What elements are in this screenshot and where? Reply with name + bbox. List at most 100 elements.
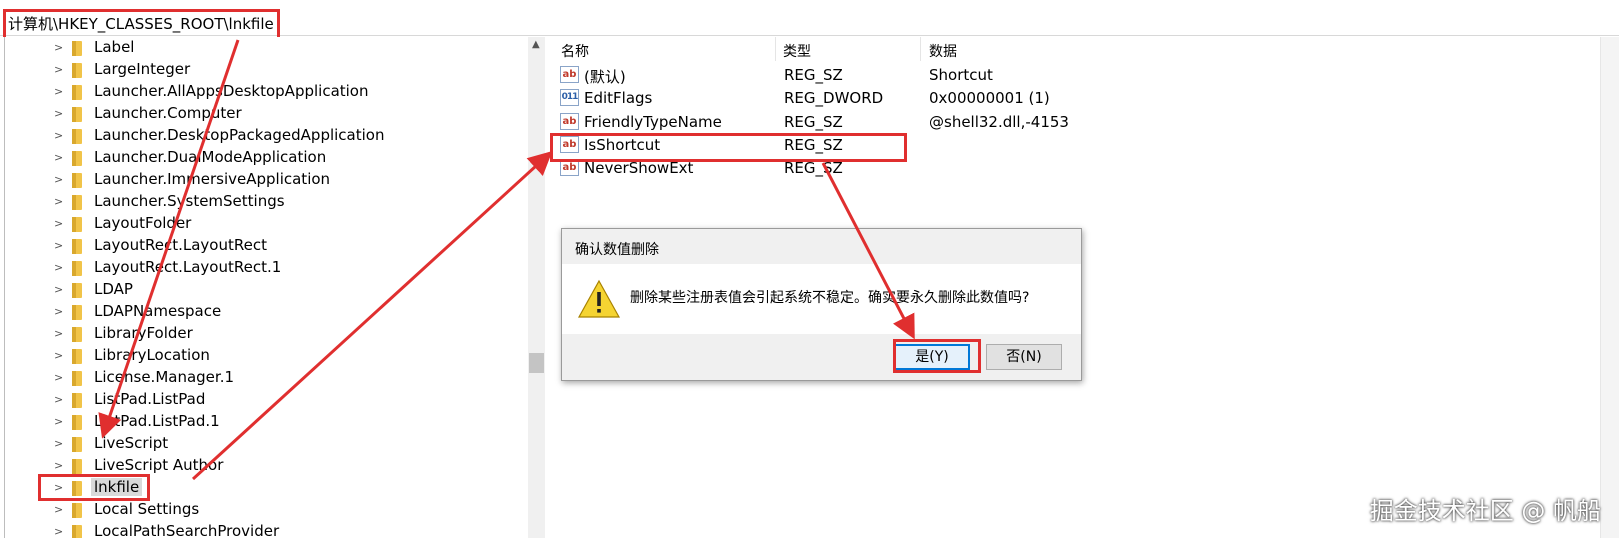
column-header-name[interactable]: 名称 (561, 41, 589, 61)
chevron-right-icon[interactable]: > (54, 151, 63, 164)
tree-item[interactable]: > Launcher.Computer (0, 103, 525, 125)
no-button[interactable]: 否(N) (986, 344, 1062, 370)
tree-item-label: LiveScript (94, 434, 169, 452)
tree-item[interactable]: > Local Settings (0, 499, 525, 521)
tree-item-label: Launcher.AllAppsDesktopApplication (94, 82, 369, 100)
chevron-right-icon[interactable]: > (54, 437, 63, 450)
chevron-right-icon[interactable]: > (54, 85, 63, 98)
chevron-right-icon[interactable]: > (54, 393, 63, 406)
chevron-right-icon[interactable]: > (54, 327, 63, 340)
string-value-icon: ab (560, 66, 579, 83)
folder-icon (72, 525, 82, 538)
chevron-right-icon[interactable]: > (54, 195, 63, 208)
tree-item-label: LayoutFolder (94, 214, 192, 232)
chevron-right-icon[interactable]: > (54, 173, 63, 186)
column-header-data[interactable]: 数据 (929, 41, 957, 61)
tree-item[interactable]: > LibraryFolder (0, 323, 525, 345)
tree-item-label: Label (94, 38, 135, 56)
tree-item[interactable]: > LibraryLocation (0, 345, 525, 367)
confirm-delete-dialog: 确认数值删除 删除某些注册表值会引起系统不稳定。确实要永久删除此数值吗? 是(Y… (561, 228, 1082, 381)
list-scrollbar[interactable] (1600, 37, 1619, 538)
folder-icon (72, 217, 82, 232)
tree-item-label: Launcher.ImmersiveApplication (94, 170, 331, 188)
tree-item-label: LargeInteger (94, 60, 191, 78)
yes-highlight-box (893, 339, 981, 373)
value-row[interactable]: 011 EditFlags REG_DWORD 0x00000001 (1) (550, 86, 1619, 110)
chevron-right-icon[interactable]: > (54, 63, 63, 76)
column-header-type[interactable]: 类型 (783, 41, 811, 61)
tree-item[interactable]: > LDAP (0, 279, 525, 301)
tree-item[interactable]: > License.Manager.1 (0, 367, 525, 389)
folder-icon (72, 173, 82, 188)
chevron-right-icon[interactable]: > (54, 349, 63, 362)
scroll-thumb[interactable] (529, 353, 544, 373)
chevron-right-icon[interactable]: > (54, 503, 63, 516)
tree-item[interactable]: > Launcher.SystemSettings (0, 191, 525, 213)
list-header: 名称 类型 数据 (550, 37, 1619, 61)
tree-item[interactable]: > ListPad.ListPad.1 (0, 411, 525, 433)
chevron-right-icon[interactable]: > (54, 239, 63, 252)
chevron-right-icon[interactable]: > (54, 415, 63, 428)
chevron-right-icon[interactable]: > (54, 41, 63, 54)
tree-item[interactable]: > Launcher.ImmersiveApplication (0, 169, 525, 191)
registry-key-tree[interactable]: > Label > LargeInteger > Launcher.AllAppsDesk… (0, 37, 550, 538)
tree-item[interactable]: > LayoutFolder (0, 213, 525, 235)
address-highlight-box (3, 9, 280, 40)
dialog-body: 删除某些注册表值会引起系统不稳定。确实要永久删除此数值吗? (562, 264, 1081, 334)
tree-item[interactable]: > LargeInteger (0, 59, 525, 81)
tree-item[interactable]: > Label (0, 37, 525, 59)
binary-value-icon: 011 (560, 89, 579, 107)
warning-icon (577, 279, 621, 318)
tree-border (4, 37, 5, 538)
folder-icon (72, 437, 82, 452)
tree-item-label: LocalPathSearchProvider (94, 522, 280, 538)
value-name: FriendlyTypeName (584, 112, 722, 131)
isshortcut-highlight-box (550, 133, 907, 162)
folder-icon (72, 459, 82, 474)
value-name: EditFlags (584, 89, 653, 108)
string-value-icon: ab (560, 112, 579, 130)
value-type: REG_SZ (784, 112, 843, 131)
value-row[interactable]: ab (默认) REG_SZ Shortcut (550, 63, 1619, 87)
tree-item[interactable]: > LayoutRect.LayoutRect (0, 235, 525, 257)
chevron-right-icon[interactable]: > (54, 371, 63, 384)
chevron-right-icon[interactable]: > (54, 107, 63, 120)
folder-icon (72, 371, 82, 386)
tree-item-label: LayoutRect.LayoutRect.1 (94, 258, 282, 276)
chevron-right-icon[interactable]: > (54, 217, 63, 230)
folder-icon (72, 503, 82, 518)
chevron-right-icon[interactable]: > (54, 261, 63, 274)
tree-item[interactable]: > LiveScript (0, 433, 525, 455)
chevron-right-icon[interactable]: > (54, 305, 63, 318)
folder-icon (72, 151, 82, 166)
folder-icon (72, 261, 82, 276)
tree-item-label: LiveScript Author (94, 456, 224, 474)
dialog-message: 删除某些注册表值会引起系统不稳定。确实要永久删除此数值吗? (630, 290, 1030, 306)
tree-item[interactable]: > LDAPNamespace (0, 301, 525, 323)
chevron-right-icon[interactable]: > (54, 129, 63, 142)
value-row[interactable]: ab FriendlyTypeName REG_SZ @shell32.dll,-41… (550, 110, 1619, 134)
dialog-title: 确认数值删除 (575, 242, 659, 258)
folder-icon (72, 283, 82, 298)
folder-icon (72, 327, 82, 342)
folder-icon (72, 239, 82, 254)
tree-item[interactable]: > ListPad.ListPad (0, 389, 525, 411)
tree-item-label: Launcher.DualModeApplication (94, 148, 327, 166)
value-data: Shortcut (929, 66, 993, 84)
tree-item[interactable]: > Launcher.DualModeApplication (0, 147, 525, 169)
folder-icon (72, 107, 82, 122)
tree-item[interactable]: > Launcher.DesktopPackagedApplication (0, 125, 525, 147)
chevron-right-icon[interactable]: > (54, 525, 63, 538)
folder-icon (72, 195, 82, 210)
tree-item[interactable]: > Launcher.AllAppsDesktopApplication (0, 81, 525, 103)
tree-item-label: LayoutRect.LayoutRect (94, 236, 267, 254)
folder-icon (72, 41, 82, 56)
folder-icon (72, 85, 82, 100)
chevron-right-icon[interactable]: > (54, 459, 63, 472)
tree-item-label: ListPad.ListPad (94, 390, 206, 408)
chevron-right-icon[interactable]: > (54, 283, 63, 296)
scroll-up-icon[interactable]: ▲ (532, 39, 540, 50)
tree-item[interactable]: > LayoutRect.LayoutRect.1 (0, 257, 525, 279)
tree-item[interactable]: > LocalPathSearchProvider (0, 521, 525, 538)
tree-scrollbar[interactable]: ▲ (528, 37, 545, 538)
